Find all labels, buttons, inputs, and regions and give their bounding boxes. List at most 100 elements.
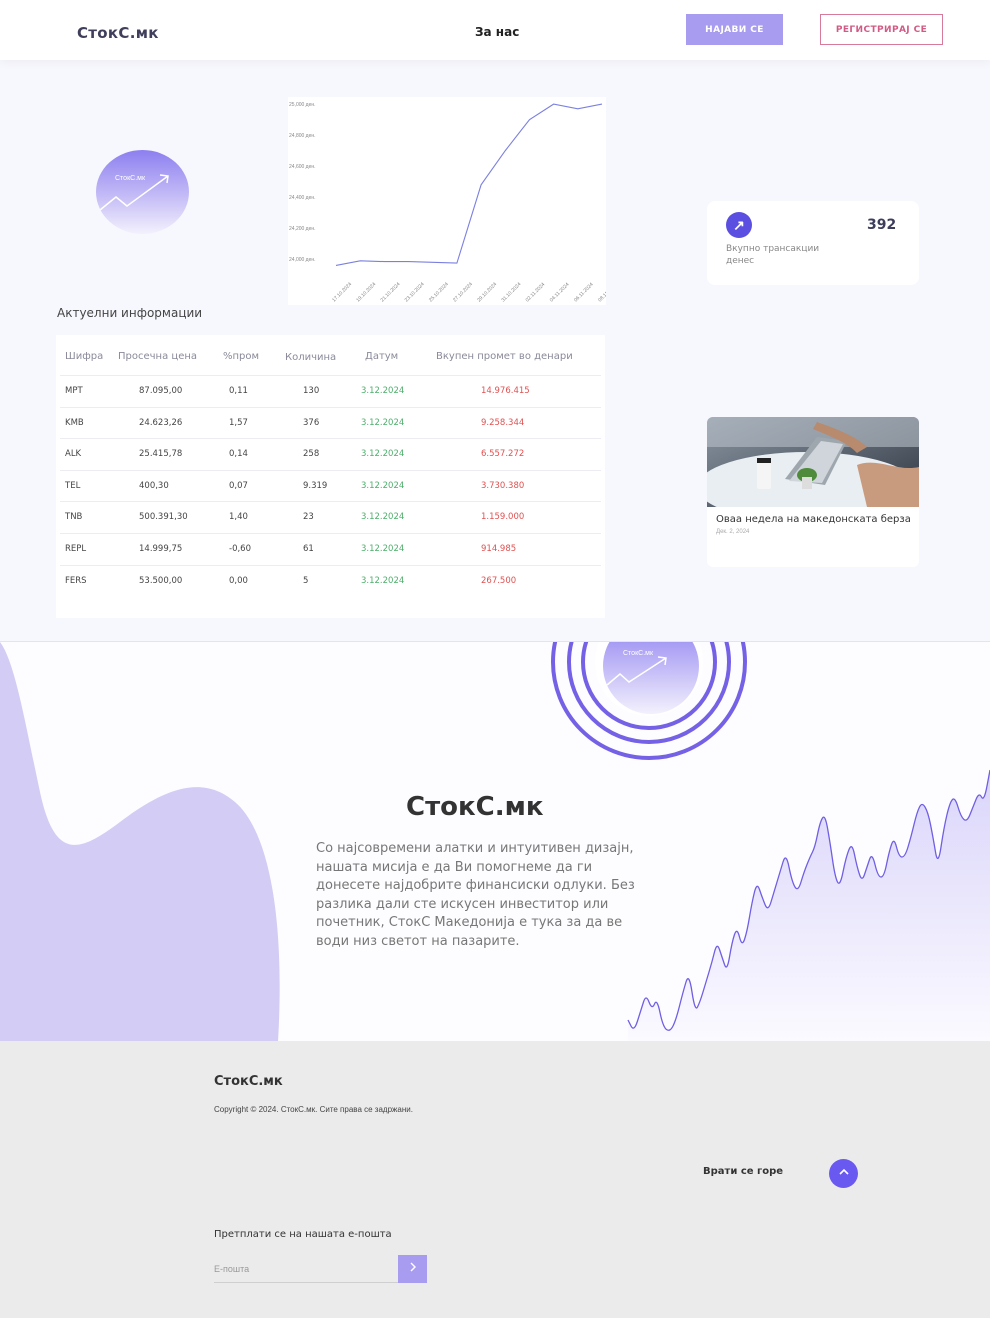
table-row[interactable]: MPT 87.095,00 0,11 130 3.12.2024 14.976.415	[56, 375, 605, 407]
x-tick-label: 19.10.2024	[355, 281, 377, 303]
cell-date: 3.12.2024	[361, 512, 405, 523]
y-tick-label: 24,200 ден.	[289, 226, 316, 232]
transactions-stat-card: ↗ 392 Вкупно трансакции денес	[707, 201, 919, 285]
y-tick-label: 25,000 ден.	[289, 102, 316, 108]
y-tick-label: 24,400 ден.	[289, 195, 316, 201]
cell-code: MPT	[65, 386, 83, 396]
x-tick-label: 08.11.2024	[597, 282, 606, 304]
table-row[interactable]: REPL 14.999,75 -0,60 61 3.12.2024 914.985	[56, 533, 605, 565]
row-divider	[60, 375, 601, 376]
table-row[interactable]: FERS 53.500,00 0,00 5 3.12.2024 267.500	[56, 564, 605, 597]
cell-code: ALK	[65, 449, 82, 460]
top-navbar: СтокС.мк За нас НАЈАВИ СЕ РЕГИСТРИРАЈ СЕ	[0, 0, 990, 60]
table-row[interactable]: TNB 500.391,30 1,40 23 3.12.2024 1.159.000	[56, 501, 605, 533]
email-field[interactable]	[214, 1255, 398, 1283]
cell-change: -0,60	[229, 544, 251, 554]
y-tick-label: 24,800 ден.	[289, 133, 316, 139]
cell-quantity: 5	[303, 575, 309, 586]
column-header-code[interactable]: Шифра	[65, 351, 103, 362]
cell-change: 1,57	[229, 417, 248, 428]
cell-code: TNB	[65, 512, 83, 523]
cell-avg-price: 53.500,00	[139, 575, 183, 586]
cell-avg-price: 24.623,26	[139, 417, 183, 428]
footer-copyright: Copyright © 2024. СтокС.мк. Сите права с…	[214, 1105, 413, 1114]
column-header-change[interactable]: %пром	[223, 351, 259, 362]
back-to-top-button[interactable]	[829, 1159, 858, 1188]
row-divider	[60, 469, 601, 471]
about-title: СтокС.мк	[406, 792, 544, 822]
brand-logo[interactable]: СтокС.мк	[77, 24, 159, 42]
news-title[interactable]: Оваа недела на македонската берза	[716, 514, 911, 525]
cell-quantity: 258	[303, 449, 320, 460]
chevron-right-icon	[410, 1262, 416, 1272]
column-header-quantity[interactable]: Количина	[285, 352, 336, 363]
login-button[interactable]: НАЈАВИ СЕ	[686, 14, 783, 45]
column-header-avg-price[interactable]: Просечна цена	[118, 351, 197, 362]
cell-code: TEL	[65, 480, 81, 491]
cell-date: 3.12.2024	[361, 575, 405, 586]
cell-change: 0,14	[229, 449, 248, 460]
cell-date: 3.12.2024	[361, 449, 405, 460]
cell-avg-price: 500.391,30	[139, 512, 188, 523]
about-section: СтокС.мк СтокС.мк Со најсовремени алатки…	[0, 641, 990, 1041]
stocks-table: Шифра Просечна цена %пром Количина Датум…	[56, 335, 605, 618]
cell-avg-price: 25.415,78	[139, 449, 183, 460]
table-row[interactable]: KMB 24.623,26 1,57 376 3.12.2024 9.258.344	[56, 406, 605, 439]
x-tick-label: 02.11.2024	[525, 282, 547, 304]
x-tick-label: 17.10.2024	[331, 281, 353, 303]
news-date: Дек. 2, 2024	[716, 529, 750, 535]
column-header-turnover[interactable]: Вкупен промет во денари	[436, 351, 573, 362]
cell-turnover: 914.985	[481, 544, 517, 554]
column-header-date[interactable]: Датум	[365, 351, 398, 362]
about-description: Со најсовремени алатки и интуитивен диза…	[316, 841, 635, 949]
footer-brand[interactable]: СтокС.мк	[214, 1074, 283, 1089]
cell-turnover: 3.730.380	[481, 480, 525, 491]
x-tick-label: 29.10.2024	[476, 281, 498, 303]
table-row[interactable]: ALK 25.415,78 0,14 258 3.12.2024 6.557.272	[56, 438, 605, 470]
row-divider	[60, 438, 601, 440]
cell-quantity: 376	[303, 417, 320, 428]
trend-arrow-icon	[99, 174, 169, 211]
row-divider	[60, 501, 601, 503]
nav-about-link[interactable]: За нас	[475, 25, 519, 39]
table-row[interactable]: TEL 400,30 0,07 9.319 3.12.2024 3.730.380	[56, 469, 605, 502]
row-divider	[60, 564, 601, 566]
cell-change: 0,07	[229, 480, 248, 491]
register-button[interactable]: РЕГИСТРИРАЈ СЕ	[820, 14, 943, 45]
cell-code: REPL	[65, 544, 87, 554]
x-tick-label: 25.10.2024	[428, 281, 450, 303]
cell-quantity: 23	[303, 512, 314, 523]
cell-date: 3.12.2024	[361, 544, 405, 554]
y-tick-label: 24,600 ден.	[289, 164, 316, 170]
subscribe-label: Претплати се на нашата е-пошта	[214, 1229, 392, 1240]
cell-date: 3.12.2024	[361, 480, 405, 491]
news-image	[707, 417, 919, 507]
cell-avg-price: 14.999,75	[139, 544, 183, 554]
cell-change: 1,40	[229, 512, 248, 523]
arrow-up-right-icon: ↗	[726, 212, 752, 238]
transactions-label: Вкупно трансакции денес	[726, 244, 820, 266]
price-line-chart: 25,000 ден. 24,800 ден. 24,600 ден. 24,400 …	[288, 97, 619, 305]
cell-date: 3.12.2024	[361, 386, 405, 396]
cell-turnover: 6.557.272	[481, 449, 525, 460]
cell-change: 0,00	[229, 575, 248, 586]
x-tick-label: 27.10.2024	[452, 281, 474, 303]
cell-date: 3.12.2024	[361, 417, 405, 428]
cell-turnover: 9.258.344	[481, 417, 525, 428]
x-tick-label: 21.10.2024	[380, 281, 402, 303]
cell-turnover: 1.159.000	[481, 512, 525, 523]
back-to-top-label[interactable]: Врати се горе	[703, 1166, 783, 1177]
cell-avg-price: 87.095,00	[139, 386, 183, 396]
footer: СтокС.мк Copyright © 2024. СтокС.мк. Сит…	[0, 1041, 990, 1318]
row-divider	[60, 406, 601, 408]
news-card[interactable]: Оваа недела на македонската берза Дек. 2…	[707, 417, 919, 567]
chart-canvas: 25,000 ден. 24,800 ден. 24,600 ден. 24,400 …	[289, 102, 619, 304]
stocks-logo-badge: СтокС.мк	[96, 150, 189, 234]
row-divider	[60, 533, 601, 534]
cell-code: KMB	[65, 417, 84, 428]
cell-avg-price: 400,30	[139, 480, 169, 491]
subscribe-button[interactable]	[398, 1255, 427, 1283]
cell-turnover: 14.976.415	[481, 386, 530, 396]
cell-quantity: 9.319	[303, 480, 328, 491]
cell-quantity: 130	[303, 386, 320, 396]
